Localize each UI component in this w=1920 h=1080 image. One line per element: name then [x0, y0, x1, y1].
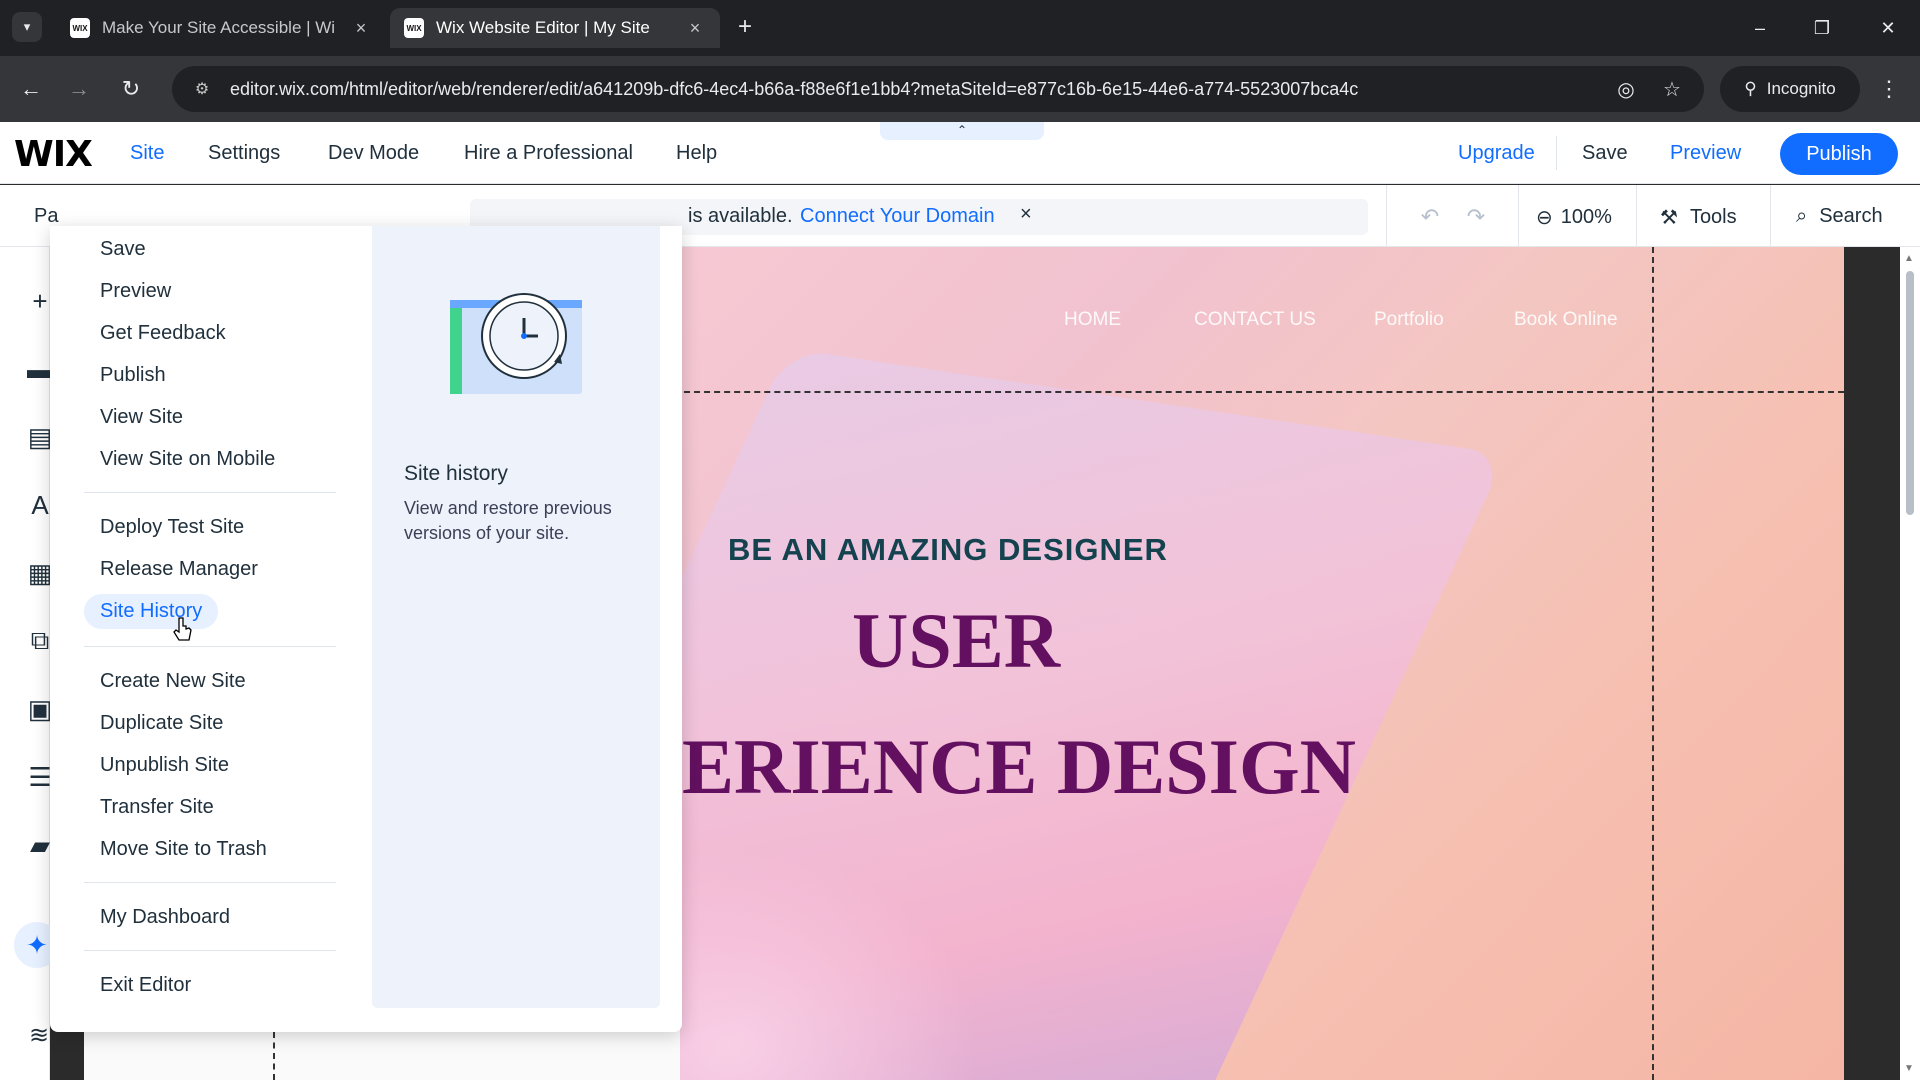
- menu-item-site-history[interactable]: Site History: [84, 594, 219, 629]
- incognito-icon: ⚲: [1744, 79, 1757, 98]
- menu-item-deploy-test-site[interactable]: Deploy Test Site: [100, 516, 244, 539]
- divider: [1636, 185, 1637, 247]
- tab-close-icon[interactable]: ×: [684, 18, 706, 39]
- menu-item-view-site-mobile[interactable]: View Site on Mobile: [100, 448, 275, 471]
- menu-item-get-feedback[interactable]: Get Feedback: [100, 322, 226, 345]
- menu-item-transfer-site[interactable]: Transfer Site: [100, 796, 214, 819]
- menu-divider: [84, 646, 336, 647]
- divider: [1386, 185, 1387, 247]
- incognito-label: Incognito: [1766, 79, 1836, 98]
- scroll-thumb[interactable]: [1906, 271, 1914, 515]
- preview-pane-title: Site history: [404, 462, 508, 485]
- gridline-left: [273, 1032, 275, 1080]
- site-nav-portfolio[interactable]: Portfolio: [1374, 309, 1444, 331]
- site-nav-book-online[interactable]: Book Online: [1514, 309, 1618, 331]
- tools-label: Tools: [1689, 206, 1737, 228]
- search-icon: ⌕: [1796, 205, 1808, 227]
- menu-item-save[interactable]: Save: [100, 238, 146, 261]
- divider: [1518, 185, 1519, 247]
- menu-item-view-site[interactable]: View Site: [100, 406, 183, 429]
- header-guide-line: [684, 391, 1844, 393]
- close-notice-icon[interactable]: ×: [1020, 203, 1032, 226]
- menu-item-unpublish-site[interactable]: Unpublish Site: [100, 754, 229, 777]
- save-button[interactable]: Save: [1582, 142, 1628, 165]
- menu-item-exit-editor[interactable]: Exit Editor: [100, 974, 191, 997]
- wix-favicon-icon: WIX: [70, 18, 90, 38]
- gridline-right: [1652, 247, 1654, 1080]
- site-nav-home[interactable]: HOME: [1064, 309, 1121, 331]
- tab-title: Make Your Site Accessible | Wi: [102, 18, 336, 37]
- zoom-value: 100%: [1560, 206, 1612, 228]
- browser-menu-icon[interactable]: ⋮: [1874, 74, 1904, 104]
- menu-item-my-dashboard[interactable]: My Dashboard: [100, 906, 230, 929]
- address-bar[interactable]: ⚙ editor.wix.com/html/editor/web/rendere…: [172, 66, 1704, 112]
- preview-pane-description: View and restore previous versions of yo…: [404, 498, 612, 543]
- wix-logo[interactable]: WIX: [14, 134, 93, 175]
- reload-button[interactable]: ↻: [114, 72, 148, 106]
- canvas-scrollbar[interactable]: ▲ ▼: [1900, 247, 1920, 1080]
- tools-icon: ⚒: [1660, 207, 1678, 229]
- browser-tab-bar: ▾ WIX Make Your Site Accessible | Wi × W…: [0, 0, 1920, 56]
- menu-hire-professional[interactable]: Hire a Professional: [464, 142, 633, 165]
- tab-close-icon[interactable]: ×: [350, 18, 372, 39]
- undo-icon[interactable]: ↶: [1416, 203, 1444, 231]
- upgrade-link[interactable]: Upgrade: [1458, 142, 1535, 165]
- site-info-icon[interactable]: ⚙: [188, 75, 216, 103]
- tab-search-button[interactable]: ▾: [12, 12, 42, 42]
- tools-button[interactable]: ⚒ Tools: [1660, 205, 1737, 230]
- bookmark-star-icon[interactable]: ☆: [1658, 75, 1686, 103]
- menu-item-duplicate-site[interactable]: Duplicate Site: [100, 712, 223, 735]
- tab-title: Wix Website Editor | My Site: [436, 18, 650, 37]
- site-history-illustration-icon: [450, 293, 582, 394]
- search-button[interactable]: ⌕ Search: [1796, 205, 1883, 228]
- redo-icon[interactable]: ↷: [1462, 203, 1490, 231]
- hero-title-line1[interactable]: USER: [852, 596, 1060, 686]
- wix-favicon-icon: WIX: [404, 18, 424, 38]
- zoom-control[interactable]: ⊖ 100%: [1536, 205, 1612, 230]
- preview-button[interactable]: Preview: [1670, 142, 1741, 165]
- menu-divider: [84, 492, 336, 493]
- scroll-up-icon[interactable]: ▲: [1904, 253, 1914, 264]
- collapse-top-bar-handle[interactable]: ⌃: [880, 122, 1044, 140]
- divider: [1556, 136, 1557, 170]
- forward-button[interactable]: →: [62, 72, 96, 106]
- new-tab-button[interactable]: +: [730, 12, 760, 42]
- window-close-button[interactable]: ✕: [1866, 10, 1910, 46]
- menu-item-preview-pane: Site history View and restore previous v…: [372, 226, 660, 1008]
- restore-button[interactable]: ❐: [1800, 10, 1844, 46]
- hero-title-line2[interactable]: ERIENCE DESIGN: [682, 722, 1356, 812]
- menu-item-create-new-site[interactable]: Create New Site: [100, 670, 246, 693]
- menu-item-release-manager[interactable]: Release Manager: [100, 558, 258, 581]
- zoom-out-icon: ⊖: [1536, 207, 1553, 229]
- domain-notice-text: is available.: [688, 205, 793, 227]
- menu-settings[interactable]: Settings: [208, 142, 280, 165]
- eye-off-icon[interactable]: ◎: [1612, 75, 1640, 103]
- menu-site[interactable]: Site: [130, 142, 164, 165]
- wix-top-bar: WIX Site Settings Dev Mode Hire a Profes…: [0, 122, 1920, 184]
- scroll-down-icon[interactable]: ▼: [1904, 1063, 1914, 1074]
- menu-item-move-to-trash[interactable]: Move Site to Trash: [100, 838, 267, 861]
- browser-tab-accessibility[interactable]: WIX Make Your Site Accessible | Wi ×: [56, 8, 386, 48]
- incognito-indicator[interactable]: ⚲ Incognito: [1720, 66, 1860, 112]
- search-label: Search: [1819, 205, 1883, 227]
- connect-domain-link[interactable]: Connect Your Domain: [800, 205, 995, 228]
- menu-item-publish[interactable]: Publish: [100, 364, 166, 387]
- minimize-button[interactable]: –: [1738, 10, 1782, 46]
- browser-tab-wix-editor[interactable]: WIX Wix Website Editor | My Site ×: [390, 8, 720, 48]
- menu-dev-mode[interactable]: Dev Mode: [328, 142, 419, 165]
- page-selector[interactable]: Pa: [34, 205, 58, 228]
- publish-button[interactable]: Publish: [1780, 133, 1898, 175]
- menu-help[interactable]: Help: [676, 142, 717, 165]
- browser-toolbar: ← → ↻ ⚙ editor.wix.com/html/editor/web/r…: [0, 56, 1920, 122]
- menu-divider: [84, 950, 336, 951]
- menu-divider: [84, 882, 336, 883]
- menu-item-preview[interactable]: Preview: [100, 280, 171, 303]
- site-menu-dropdown: Save Preview Get Feedback Publish View S…: [50, 226, 682, 1032]
- divider: [1770, 185, 1771, 247]
- mouse-pointer-icon: [173, 617, 192, 641]
- hero-tagline[interactable]: BE AN AMAZING DESIGNER: [728, 532, 1168, 568]
- url-text[interactable]: editor.wix.com/html/editor/web/renderer/…: [230, 79, 1620, 100]
- back-button[interactable]: ←: [14, 72, 48, 106]
- site-nav-contact[interactable]: CONTACT US: [1194, 309, 1316, 331]
